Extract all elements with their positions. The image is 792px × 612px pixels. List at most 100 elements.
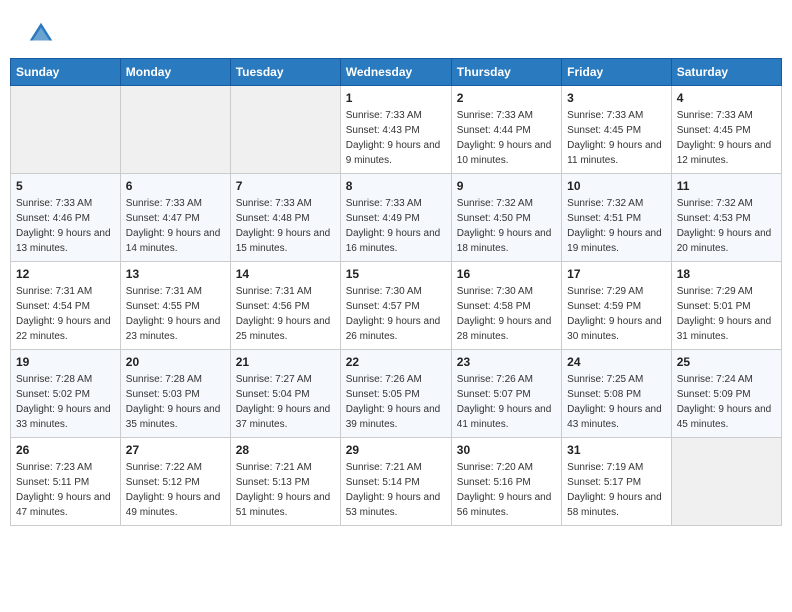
day-number: 1 — [346, 91, 446, 105]
day-info: Sunrise: 7:27 AMSunset: 5:04 PMDaylight:… — [236, 372, 335, 432]
day-info: Sunrise: 7:33 AMSunset: 4:43 PMDaylight:… — [346, 108, 446, 168]
day-header-sunday: Sunday — [11, 59, 121, 86]
day-number: 7 — [236, 179, 335, 193]
day-number: 28 — [236, 443, 335, 457]
calendar-cell — [230, 86, 340, 174]
day-number: 17 — [567, 267, 666, 281]
day-header-saturday: Saturday — [671, 59, 781, 86]
day-number: 16 — [457, 267, 556, 281]
day-info: Sunrise: 7:33 AMSunset: 4:47 PMDaylight:… — [126, 196, 225, 256]
day-number: 4 — [677, 91, 776, 105]
day-number: 29 — [346, 443, 446, 457]
day-number: 15 — [346, 267, 446, 281]
calendar-cell: 25 Sunrise: 7:24 AMSunset: 5:09 PMDayligh… — [671, 350, 781, 438]
day-number: 21 — [236, 355, 335, 369]
calendar-cell — [671, 438, 781, 526]
calendar-cell: 28 Sunrise: 7:21 AMSunset: 5:13 PMDayligh… — [230, 438, 340, 526]
day-header-monday: Monday — [120, 59, 230, 86]
day-info: Sunrise: 7:19 AMSunset: 5:17 PMDaylight:… — [567, 460, 666, 520]
calendar-cell: 22Sunrise: 7:26 AMSunset: 5:05 PMDayligh… — [340, 350, 451, 438]
day-info: Sunrise: 7:21 AMSunset: 5:14 PMDaylight:… — [346, 460, 446, 520]
day-info: Sunrise: 7:29 AMSunset: 4:59 PMDaylight:… — [567, 284, 666, 344]
day-header-friday: Friday — [562, 59, 672, 86]
calendar-week-row: 26 Sunrise: 7:23 AMSunset: 5:11 PMDayligh… — [11, 438, 782, 526]
calendar-cell: 11 Sunrise: 7:32 AMSunset: 4:53 PMDayligh… — [671, 174, 781, 262]
calendar-cell: 7 Sunrise: 7:33 AMSunset: 4:48 PMDaylight… — [230, 174, 340, 262]
day-info: Sunrise: 7:20 AMSunset: 5:16 PMDaylight:… — [457, 460, 556, 520]
calendar-cell: 8Sunrise: 7:33 AMSunset: 4:49 PMDaylight… — [340, 174, 451, 262]
calendar-cell: 19 Sunrise: 7:28 AMSunset: 5:02 PMDayligh… — [11, 350, 121, 438]
day-info: Sunrise: 7:31 AMSunset: 4:56 PMDaylight:… — [236, 284, 335, 344]
day-number: 12 — [16, 267, 115, 281]
calendar-cell: 31 Sunrise: 7:19 AMSunset: 5:17 PMDayligh… — [562, 438, 672, 526]
day-info: Sunrise: 7:32 AMSunset: 4:53 PMDaylight:… — [677, 196, 776, 256]
calendar-week-row: 1 Sunrise: 7:33 AMSunset: 4:43 PMDaylight… — [11, 86, 782, 174]
day-header-wednesday: Wednesday — [340, 59, 451, 86]
day-info: Sunrise: 7:21 AMSunset: 5:13 PMDaylight:… — [236, 460, 335, 520]
calendar-cell: 29 Sunrise: 7:21 AMSunset: 5:14 PMDayligh… — [340, 438, 451, 526]
calendar-cell: 20 Sunrise: 7:28 AMSunset: 5:03 PMDayligh… — [120, 350, 230, 438]
day-header-thursday: Thursday — [451, 59, 561, 86]
day-number: 27 — [126, 443, 225, 457]
calendar-cell: 5Sunrise: 7:33 AMSunset: 4:46 PMDaylight… — [11, 174, 121, 262]
day-info: Sunrise: 7:22 AMSunset: 5:12 PMDaylight:… — [126, 460, 225, 520]
calendar-cell: 14 Sunrise: 7:31 AMSunset: 4:56 PMDayligh… — [230, 262, 340, 350]
calendar-cell: 15 Sunrise: 7:30 AMSunset: 4:57 PMDayligh… — [340, 262, 451, 350]
calendar-header-row: SundayMondayTuesdayWednesdayThursdayFrid… — [11, 59, 782, 86]
day-number: 30 — [457, 443, 556, 457]
day-info: Sunrise: 7:30 AMSunset: 4:58 PMDaylight:… — [457, 284, 556, 344]
calendar-cell: 24 Sunrise: 7:25 AMSunset: 5:08 PMDayligh… — [562, 350, 672, 438]
calendar-cell: 6Sunrise: 7:33 AMSunset: 4:47 PMDaylight… — [120, 174, 230, 262]
day-number: 11 — [677, 179, 776, 193]
day-number: 31 — [567, 443, 666, 457]
calendar-cell: 18 Sunrise: 7:29 AMSunset: 5:01 PMDayligh… — [671, 262, 781, 350]
calendar-cell — [11, 86, 121, 174]
day-info: Sunrise: 7:33 AMSunset: 4:45 PMDaylight:… — [567, 108, 666, 168]
day-number: 20 — [126, 355, 225, 369]
day-number: 18 — [677, 267, 776, 281]
day-info: Sunrise: 7:33 AMSunset: 4:44 PMDaylight:… — [457, 108, 556, 168]
day-info: Sunrise: 7:30 AMSunset: 4:57 PMDaylight:… — [346, 284, 446, 344]
day-info: Sunrise: 7:26 AMSunset: 5:05 PMDaylight:… — [346, 372, 446, 432]
day-header-tuesday: Tuesday — [230, 59, 340, 86]
calendar-cell: 26 Sunrise: 7:23 AMSunset: 5:11 PMDayligh… — [11, 438, 121, 526]
day-number: 26 — [16, 443, 115, 457]
calendar-cell: 27 Sunrise: 7:22 AMSunset: 5:12 PMDayligh… — [120, 438, 230, 526]
day-number: 25 — [677, 355, 776, 369]
calendar-cell: 2 Sunrise: 7:33 AMSunset: 4:44 PMDaylight… — [451, 86, 561, 174]
day-info: Sunrise: 7:32 AMSunset: 4:50 PMDaylight:… — [457, 196, 556, 256]
day-info: Sunrise: 7:33 AMSunset: 4:48 PMDaylight:… — [236, 196, 335, 256]
calendar-cell: 1 Sunrise: 7:33 AMSunset: 4:43 PMDaylight… — [340, 86, 451, 174]
day-number: 5 — [16, 179, 115, 193]
day-number: 13 — [126, 267, 225, 281]
day-number: 24 — [567, 355, 666, 369]
calendar-cell: 30 Sunrise: 7:20 AMSunset: 5:16 PMDayligh… — [451, 438, 561, 526]
day-info: Sunrise: 7:33 AMSunset: 4:45 PMDaylight:… — [677, 108, 776, 168]
day-info: Sunrise: 7:25 AMSunset: 5:08 PMDaylight:… — [567, 372, 666, 432]
calendar-cell — [120, 86, 230, 174]
day-number: 19 — [16, 355, 115, 369]
calendar-cell: 16 Sunrise: 7:30 AMSunset: 4:58 PMDayligh… — [451, 262, 561, 350]
calendar-cell: 17 Sunrise: 7:29 AMSunset: 4:59 PMDayligh… — [562, 262, 672, 350]
day-info: Sunrise: 7:23 AMSunset: 5:11 PMDaylight:… — [16, 460, 115, 520]
day-info: Sunrise: 7:28 AMSunset: 5:03 PMDaylight:… — [126, 372, 225, 432]
calendar-cell: 3 Sunrise: 7:33 AMSunset: 4:45 PMDaylight… — [562, 86, 672, 174]
day-info: Sunrise: 7:29 AMSunset: 5:01 PMDaylight:… — [677, 284, 776, 344]
calendar-cell: 10Sunrise: 7:32 AMSunset: 4:51 PMDayligh… — [562, 174, 672, 262]
day-info: Sunrise: 7:26 AMSunset: 5:07 PMDaylight:… — [457, 372, 556, 432]
calendar-week-row: 5Sunrise: 7:33 AMSunset: 4:46 PMDaylight… — [11, 174, 782, 262]
day-info: Sunrise: 7:24 AMSunset: 5:09 PMDaylight:… — [677, 372, 776, 432]
day-info: Sunrise: 7:31 AMSunset: 4:55 PMDaylight:… — [126, 284, 225, 344]
day-number: 2 — [457, 91, 556, 105]
logo — [25, 20, 57, 48]
day-info: Sunrise: 7:28 AMSunset: 5:02 PMDaylight:… — [16, 372, 115, 432]
day-number: 10 — [567, 179, 666, 193]
calendar-cell: 13 Sunrise: 7:31 AMSunset: 4:55 PMDayligh… — [120, 262, 230, 350]
day-number: 3 — [567, 91, 666, 105]
calendar-week-row: 12 Sunrise: 7:31 AMSunset: 4:54 PMDayligh… — [11, 262, 782, 350]
calendar-table: SundayMondayTuesdayWednesdayThursdayFrid… — [10, 58, 782, 526]
logo-icon — [27, 20, 55, 48]
day-number: 14 — [236, 267, 335, 281]
day-info: Sunrise: 7:31 AMSunset: 4:54 PMDaylight:… — [16, 284, 115, 344]
page-header — [10, 10, 782, 53]
